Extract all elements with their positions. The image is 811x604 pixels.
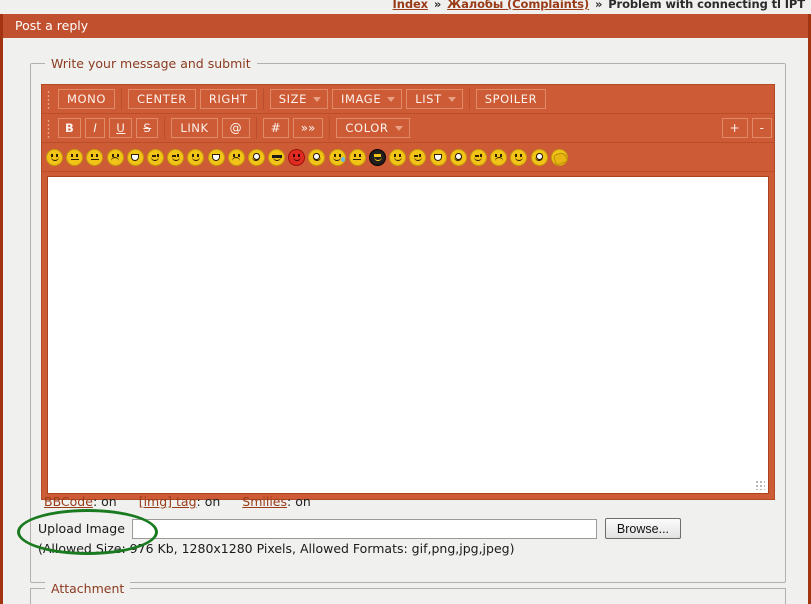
browse-button[interactable]: Browse...: [604, 518, 682, 539]
smiley-facepalm[interactable]: [550, 148, 568, 166]
drag-handle-icon[interactable]: [46, 118, 52, 138]
resize-handle-icon[interactable]: [755, 480, 765, 490]
upload-image-input[interactable]: [131, 518, 597, 539]
image-dropdown-label: IMAGE: [341, 92, 382, 106]
message-textarea[interactable]: [47, 176, 769, 494]
toolbar-separator: [121, 88, 123, 110]
textarea-wrapper: [42, 172, 774, 499]
breadcrumb-item-topic: Problem with connecting tl IPT: [608, 0, 805, 11]
message-fieldset-legend: Write your message and submit: [45, 56, 257, 71]
breadcrumb-item-complaints[interactable]: Жалобы (Complaints): [447, 0, 589, 11]
italic-button[interactable]: I: [85, 118, 106, 138]
mono-button[interactable]: MONO: [58, 89, 116, 109]
status-img-tag: [img] tag: on: [139, 494, 221, 509]
email-button[interactable]: @: [221, 118, 250, 138]
bbcode-status-line: BBCode: on [img] tag: on Smilies: on: [44, 494, 333, 509]
link-button[interactable]: LINK: [171, 118, 218, 138]
img-tag-value: : on: [196, 494, 221, 509]
smiley-sad2[interactable]: [490, 148, 508, 166]
smilies-value: : on: [287, 494, 311, 509]
status-bbcode: BBCode: on: [44, 494, 117, 509]
upload-allowed-note: (Allowed Size: 976 Kb, 1280x1280 Pixels,…: [38, 541, 515, 556]
toolbar-separator: [262, 88, 264, 110]
smiley-grin[interactable]: [126, 148, 144, 166]
smilies-row: [42, 143, 774, 172]
smiley-bigeyes2[interactable]: [449, 148, 467, 166]
bbcode-value: : on: [92, 494, 117, 509]
smiley-happy[interactable]: [187, 148, 205, 166]
smiley-surprised2[interactable]: [409, 148, 427, 166]
smiley-wink2[interactable]: [469, 148, 487, 166]
page-root: Index » Жалобы (Complaints) » Problem wi…: [0, 0, 811, 604]
bbcode-editor: MONO CENTER RIGHT SIZE IMAGE LIST SPOILE…: [41, 84, 775, 500]
smiley-plain[interactable]: [389, 148, 407, 166]
page-title: Post a reply: [3, 14, 808, 38]
upload-image-row: Upload Image Browse...: [38, 518, 682, 539]
attachment-fieldset: [30, 588, 786, 604]
drag-handle-icon[interactable]: [46, 89, 52, 109]
strikethrough-button[interactable]: S: [136, 118, 159, 138]
toolbar-separator: [329, 117, 331, 139]
breadcrumb-separator-2: »: [594, 0, 603, 11]
breadcrumb-separator: »: [433, 0, 442, 11]
font-increase-button[interactable]: +: [721, 118, 748, 138]
chevron-down-icon: [394, 126, 403, 131]
smiley-cry[interactable]: [328, 148, 346, 166]
breadcrumb: Index » Жалобы (Complaints) » Problem wi…: [0, 0, 811, 11]
status-smilies: Smilies: on: [242, 494, 311, 509]
center-button[interactable]: CENTER: [128, 89, 196, 109]
smiley-confused[interactable]: [207, 148, 225, 166]
hash-button[interactable]: #: [262, 118, 289, 138]
list-dropdown-label: LIST: [415, 92, 442, 106]
color-dropdown[interactable]: COLOR: [336, 118, 410, 138]
right-button[interactable]: RIGHT: [199, 89, 257, 109]
toolbar-row-formatting: MONO CENTER RIGHT SIZE IMAGE LIST SPOILE…: [42, 85, 774, 114]
indent-button[interactable]: »»: [292, 118, 324, 138]
smiley-wink[interactable]: [146, 148, 164, 166]
attachment-fieldset-legend: Attachment: [45, 581, 131, 596]
chevron-down-icon: [313, 97, 322, 102]
smiley-rolleyes[interactable]: [308, 148, 326, 166]
image-dropdown[interactable]: IMAGE: [332, 89, 403, 109]
list-dropdown[interactable]: LIST: [406, 89, 463, 109]
font-decrease-button[interactable]: -: [751, 118, 772, 138]
smiley-tongue[interactable]: [66, 148, 84, 166]
spoiler-button[interactable]: SPOILER: [475, 89, 547, 109]
toolbar-separator: [255, 117, 257, 139]
img-tag-link[interactable]: [img] tag: [139, 494, 197, 509]
smiley-angry-red[interactable]: [288, 148, 306, 166]
toolbar-separator: [164, 117, 166, 139]
toolbar-row-inline: B I U S LINK @ # »» COLOR + -: [42, 114, 774, 143]
color-dropdown-label: COLOR: [345, 121, 389, 135]
bold-button[interactable]: B: [58, 118, 82, 138]
chevron-down-icon: [447, 97, 456, 102]
toolbar-separator: [468, 88, 470, 110]
smiley-smile2[interactable]: [510, 148, 528, 166]
smilies-link[interactable]: Smilies: [242, 494, 287, 509]
smiley-sleepy[interactable]: [348, 148, 366, 166]
smiley-cool[interactable]: [268, 148, 286, 166]
underline-button[interactable]: U: [109, 118, 133, 138]
smiley-ninja-dark[interactable]: [369, 148, 386, 166]
size-dropdown[interactable]: SIZE: [269, 89, 329, 109]
smiley-sad[interactable]: [106, 148, 124, 166]
smiley-neutral[interactable]: [86, 148, 104, 166]
bbcode-link[interactable]: BBCode: [44, 494, 93, 509]
smiley-smirk[interactable]: [167, 148, 185, 166]
size-dropdown-label: SIZE: [278, 92, 308, 106]
smiley-shock[interactable]: [429, 148, 447, 166]
upload-image-label: Upload Image: [38, 521, 125, 536]
breadcrumb-item-index[interactable]: Index: [393, 0, 429, 11]
smiley-crazy[interactable]: [530, 148, 548, 166]
smiley-frown[interactable]: [227, 148, 245, 166]
smiley-bigeyes[interactable]: [247, 148, 265, 166]
smiley-smile[interactable]: [46, 148, 63, 166]
chevron-down-icon: [387, 97, 396, 102]
